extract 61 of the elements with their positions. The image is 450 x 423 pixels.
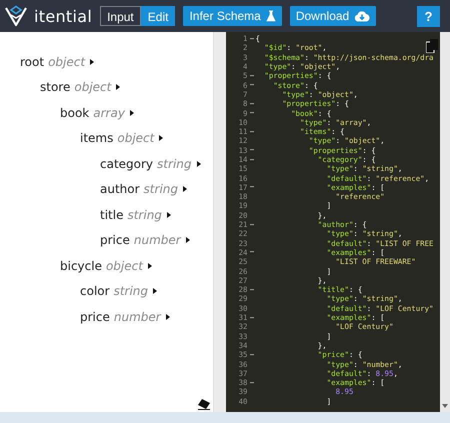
caret-icon[interactable] xyxy=(166,314,170,320)
fold-icon[interactable] xyxy=(250,316,254,319)
caret-icon[interactable] xyxy=(186,237,190,244)
infer-schema-button[interactable]: Infer Schema xyxy=(183,6,282,26)
node-type: string xyxy=(127,208,162,222)
caret-icon[interactable] xyxy=(166,212,171,218)
scrollbar[interactable] xyxy=(440,32,450,412)
fold-icon[interactable] xyxy=(250,382,254,384)
fold-icon[interactable] xyxy=(250,288,254,291)
caret-icon[interactable] xyxy=(116,84,120,90)
node-type: array xyxy=(93,106,125,120)
node-name[interactable]: title xyxy=(100,208,124,222)
fold-icon[interactable] xyxy=(250,112,254,114)
node-name[interactable]: category xyxy=(100,156,154,171)
help-button[interactable]: ? xyxy=(417,6,440,26)
fold-icon[interactable] xyxy=(250,74,254,77)
node-name[interactable]: price xyxy=(80,310,110,324)
node-name[interactable]: store xyxy=(40,80,70,94)
cloud-download-icon xyxy=(354,10,370,22)
caret-icon[interactable] xyxy=(196,160,200,167)
fold-icon[interactable] xyxy=(250,102,254,105)
fold-icon[interactable] xyxy=(250,84,254,86)
node-type: string xyxy=(144,182,178,196)
download-button[interactable]: Download xyxy=(290,6,376,26)
node-name[interactable]: root xyxy=(20,54,44,69)
node-type: string xyxy=(114,284,148,298)
node-name[interactable]: book xyxy=(60,106,90,120)
node-type: number xyxy=(114,310,161,324)
caret-icon[interactable] xyxy=(130,110,134,116)
node-type: string xyxy=(157,156,192,171)
brand-name: itential xyxy=(34,6,92,26)
caret-icon[interactable] xyxy=(148,262,152,269)
node-name[interactable]: bicycle xyxy=(60,258,102,273)
node-type: number xyxy=(134,233,181,248)
fold-icon[interactable] xyxy=(250,186,254,188)
node-name[interactable]: items xyxy=(80,131,114,146)
caret-icon[interactable] xyxy=(183,186,187,192)
caret-icon[interactable] xyxy=(159,135,164,142)
flask-icon xyxy=(266,10,276,22)
eraser-icon[interactable] xyxy=(196,398,211,410)
node-type: object xyxy=(48,54,86,69)
fold-icon[interactable] xyxy=(250,38,254,40)
caret-icon[interactable] xyxy=(90,58,94,65)
mode-tab[interactable]: Input xyxy=(100,6,141,26)
node-name[interactable]: price xyxy=(100,233,130,248)
fold-icon[interactable] xyxy=(250,224,254,226)
fold-icon[interactable] xyxy=(250,354,254,356)
caret-icon[interactable] xyxy=(153,288,158,294)
node-name[interactable]: author xyxy=(100,182,140,196)
scrollbar[interactable] xyxy=(212,32,226,412)
fold-icon[interactable] xyxy=(250,251,254,254)
node-type: object xyxy=(74,80,112,94)
node-type: object xyxy=(106,258,143,273)
mode-tab[interactable]: Edit xyxy=(140,6,176,26)
fold-icon[interactable] xyxy=(250,130,254,133)
node-type: object xyxy=(117,131,154,146)
copy-icon[interactable] xyxy=(426,39,438,53)
scroll-down-icon[interactable] xyxy=(442,404,448,408)
logo-icon xyxy=(4,5,28,27)
fold-icon[interactable] xyxy=(250,149,254,152)
node-name[interactable]: color xyxy=(80,284,110,298)
